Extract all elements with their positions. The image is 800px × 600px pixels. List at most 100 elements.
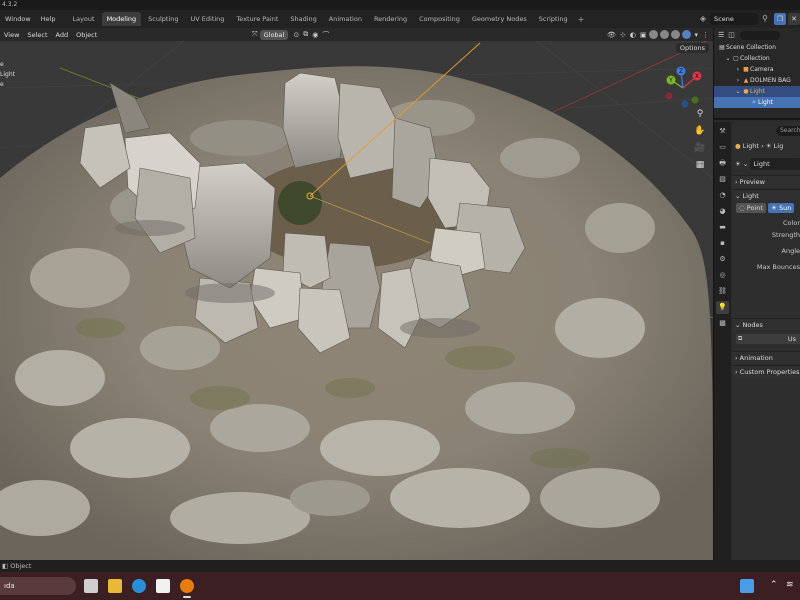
world-tab-icon[interactable]: ◕ (716, 205, 729, 218)
camera-view-icon[interactable]: 🎥 (694, 142, 706, 154)
outliner-search-input[interactable] (739, 30, 780, 40)
tab-scripting[interactable]: Scripting (534, 12, 573, 26)
delete-scene-button[interactable]: ✕ (788, 13, 800, 25)
viewport-menu-icon[interactable]: ⋮ (702, 31, 709, 39)
outliner-item-light-data[interactable]: ☀Light (714, 97, 800, 108)
outliner-collection[interactable]: ⌄ ▢Collection (714, 53, 800, 64)
section-nodes[interactable]: ⌄ Nodes (732, 318, 800, 330)
constraints-tab-icon[interactable]: ⛓ (716, 285, 729, 298)
outliner-header: ☰ ◫ (714, 28, 800, 42)
outliner-item-dolmen[interactable]: › ▲ DOLMEN BAG (714, 75, 800, 86)
collection-tab-icon[interactable]: ▬ (716, 221, 729, 234)
display-mode-icon[interactable]: ◫ (728, 31, 735, 39)
blender-taskbar-icon[interactable] (180, 579, 194, 593)
task-view-icon[interactable] (84, 579, 98, 593)
render-tab-icon[interactable]: ▭ (716, 141, 729, 154)
chevron-down-icon[interactable]: ⌄ (724, 53, 732, 64)
wireframe-shading-icon[interactable] (649, 30, 659, 39)
transform-controls: ⤧ Global ⊙ ⧉ ◉ ⌒ (250, 28, 331, 41)
chevron-down-icon[interactable]: ⌄ (734, 86, 742, 97)
breadcrumb-object: Light (742, 142, 759, 150)
section-custom-properties[interactable]: › Custom Properties (732, 365, 800, 377)
outliner-scene-collection[interactable]: ▤Scene Collection (714, 42, 800, 53)
light-type-sun[interactable]: ☀ Sun (768, 203, 795, 213)
outliner-item-camera[interactable]: › ■Camera (714, 64, 800, 75)
outliner-item-light[interactable]: ⌄ ●Light (714, 86, 800, 97)
tab-rendering[interactable]: Rendering (369, 12, 412, 26)
title-bar: 4.3.2 (0, 0, 800, 10)
tab-animation[interactable]: Animation (324, 12, 367, 26)
section-preview[interactable]: › Preview (732, 175, 800, 187)
scene-field[interactable]: Scene (710, 13, 758, 25)
chevron-right-icon[interactable]: › (734, 64, 742, 75)
physics-tab-icon[interactable]: ◎ (716, 269, 729, 282)
section-animation[interactable]: › Animation (732, 351, 800, 363)
gizmo-toggle-icon[interactable]: ⊹ (620, 31, 626, 39)
tab-uv-editing[interactable]: UV Editing (186, 12, 230, 26)
transform-orientation-dropdown[interactable]: Global (259, 29, 289, 40)
rendered-shading-icon[interactable] (682, 30, 692, 39)
light-data-tab-icon[interactable]: 💡 (716, 301, 729, 314)
menu-view[interactable]: View (0, 31, 23, 39)
add-workspace-button[interactable]: + (574, 15, 589, 24)
store-icon[interactable] (156, 579, 170, 593)
scene-icon[interactable]: ◈ (698, 14, 708, 24)
falloff-icon[interactable]: ⌒ (322, 30, 329, 40)
new-scene-button[interactable]: ❐ (774, 13, 786, 25)
3d-viewport[interactable]: View Select Add Object ⤧ Global ⊙ ⧉ ◉ ⌒ … (0, 28, 713, 560)
taskbar-search[interactable]: ıda (0, 577, 76, 595)
sun-icon: ☀ (765, 142, 772, 150)
view-layer-tab-icon[interactable]: ▧ (716, 173, 729, 186)
chevron-up-icon[interactable]: ⌃ (770, 580, 778, 590)
tab-layout[interactable]: Layout (67, 12, 99, 26)
light-type-point[interactable]: ◌ Point (736, 203, 766, 213)
zoom-icon[interactable]: ⚲ (694, 108, 706, 120)
tab-texture-paint[interactable]: Texture Paint (231, 12, 283, 26)
pan-hand-icon[interactable]: ✋ (694, 125, 706, 137)
edge-browser-icon[interactable] (132, 579, 146, 593)
menu-window[interactable]: Window (0, 10, 36, 28)
tool-tab-icon[interactable]: ⚒ (716, 125, 729, 138)
modifier-tab-icon[interactable]: ⚙ (716, 253, 729, 266)
chevron-down-icon[interactable]: ⌄ (743, 160, 748, 168)
pivot-icon[interactable]: ⊙ (293, 31, 299, 39)
object-tab-icon[interactable]: ▪ (716, 237, 729, 250)
scene-tab-icon[interactable]: ◔ (716, 189, 729, 202)
sun-icon: ☀ (751, 99, 757, 106)
material-shading-icon[interactable] (671, 30, 681, 39)
menu-select[interactable]: Select (23, 31, 51, 39)
viewport-scene[interactable] (0, 28, 713, 560)
wifi-icon[interactable]: ≋ (786, 580, 794, 590)
use-nodes-button[interactable]: ⧉ Us (736, 334, 800, 344)
tab-geometry-nodes[interactable]: Geometry Nodes (467, 12, 532, 26)
tab-shading[interactable]: Shading (285, 12, 321, 26)
tab-sculpting[interactable]: Sculpting (143, 12, 183, 26)
solid-shading-icon[interactable] (660, 30, 670, 39)
menu-object[interactable]: Object (72, 31, 101, 39)
tab-compositing[interactable]: Compositing (414, 12, 465, 26)
datablock-name-field[interactable]: Light (750, 158, 800, 170)
navigation-gizmo[interactable]: X Z Y (661, 64, 707, 110)
menu-help[interactable]: Help (36, 10, 61, 28)
mesh-icon: ▲ (743, 77, 749, 84)
snap-icon[interactable]: ⧉ (303, 30, 308, 39)
camera-icon: ■ (743, 66, 749, 73)
visibility-icon[interactable]: 👁 (607, 31, 616, 39)
output-tab-icon[interactable]: 🖶 (716, 157, 729, 170)
overlay-toggle-icon[interactable]: ◐ (630, 31, 636, 39)
properties-search-input[interactable]: Search (776, 126, 800, 136)
widget-icon[interactable] (740, 579, 754, 593)
pin-icon[interactable]: ⚲ (760, 14, 770, 24)
shading-options-icon[interactable]: ▾ (694, 31, 698, 39)
chevron-right-icon[interactable]: › (734, 75, 742, 86)
tab-modeling[interactable]: Modeling (101, 12, 142, 26)
options-dropdown[interactable]: Options (675, 43, 709, 53)
texture-tab-icon[interactable]: ▩ (716, 317, 729, 330)
file-explorer-icon[interactable] (108, 579, 122, 593)
perspective-grid-icon[interactable]: ▦ (694, 159, 706, 171)
section-light[interactable]: ⌄ Light (732, 189, 800, 201)
xray-toggle-icon[interactable]: ▣ (640, 31, 647, 39)
proportional-editing-icon[interactable]: ◉ (312, 31, 318, 39)
editor-type-icon[interactable]: ☰ (718, 31, 724, 39)
menu-add[interactable]: Add (52, 31, 73, 39)
